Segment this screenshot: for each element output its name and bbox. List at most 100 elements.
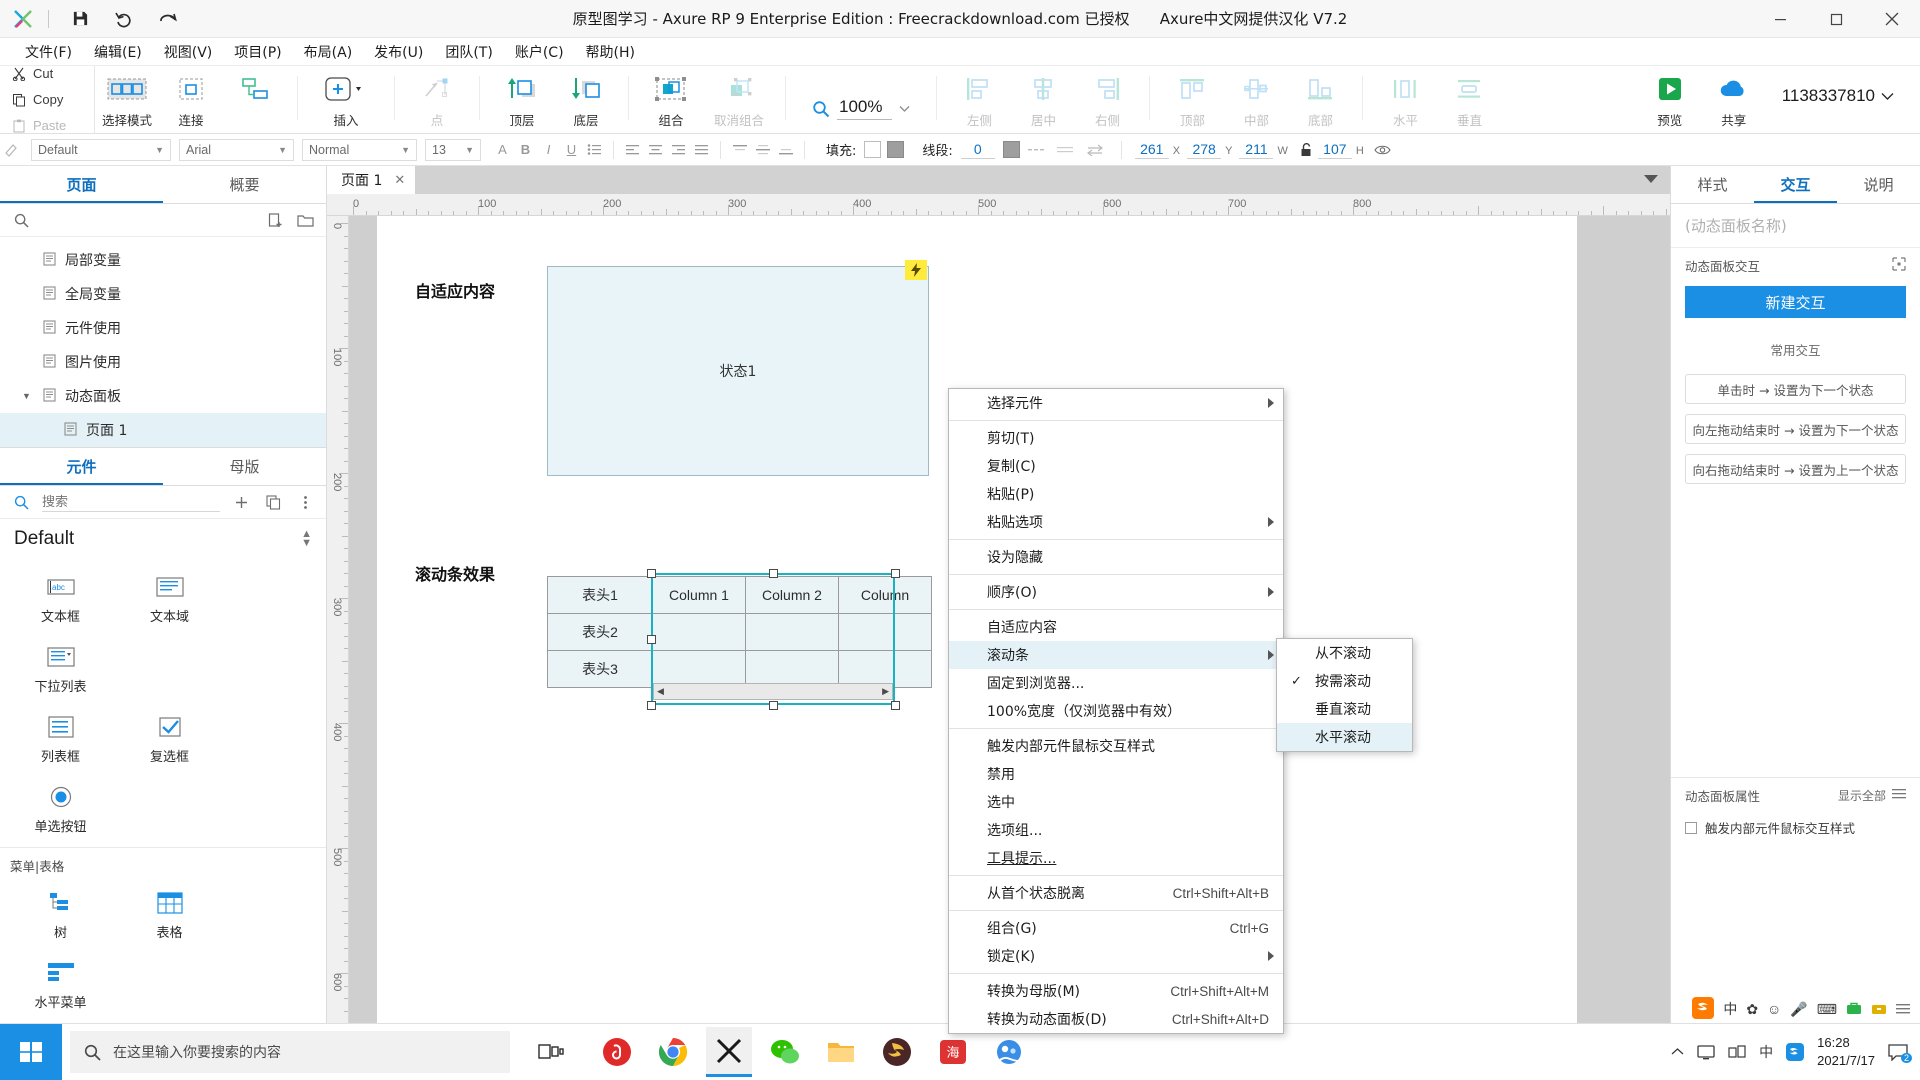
event-swipe-left-next-state[interactable]: 向左拖动结束时 → 设置为下一个状态: [1685, 414, 1906, 444]
h-value[interactable]: 107: [1317, 141, 1352, 159]
insert-button[interactable]: 插入: [308, 66, 384, 132]
table-cell[interactable]: [838, 613, 932, 651]
task-view-button[interactable]: [528, 1027, 574, 1077]
align-center-button[interactable]: 居中: [1011, 66, 1075, 132]
menu-icon[interactable]: [1892, 788, 1906, 803]
fill-color-swatch[interactable]: [887, 141, 905, 158]
taskbar-meeting[interactable]: [986, 1027, 1032, 1077]
ctx-scrollbar[interactable]: 滚动条: [949, 641, 1283, 669]
distribute-horizontal-button[interactable]: 水平: [1373, 66, 1437, 132]
library-search-input[interactable]: [42, 492, 220, 512]
plus-icon[interactable]: [230, 491, 252, 513]
maximize-button[interactable]: [1808, 0, 1864, 38]
text-align-left-icon[interactable]: [621, 139, 644, 161]
ctx-group[interactable]: 组合(G) Ctrl+G: [949, 914, 1283, 942]
align-bottom-button[interactable]: 底部: [1288, 66, 1352, 132]
search-icon[interactable]: [10, 209, 32, 231]
menu-view[interactable]: 视图(V): [153, 38, 224, 66]
resize-handle-nw[interactable]: [647, 569, 656, 578]
ctx-disable[interactable]: 禁用: [949, 760, 1283, 788]
tab-outline[interactable]: 概要: [163, 166, 326, 203]
text-align-right-icon[interactable]: [667, 139, 690, 161]
vertical-align-top-icon[interactable]: [728, 139, 751, 161]
underline-icon[interactable]: U: [560, 139, 583, 161]
smiley-icon[interactable]: ☺: [1767, 1001, 1781, 1017]
page-tab-page-1[interactable]: 页面 1 ✕: [327, 166, 416, 194]
search-icon[interactable]: [10, 491, 32, 513]
line-color-swatch[interactable]: [1002, 141, 1020, 158]
ctx-tooltip[interactable]: 工具提示...: [949, 844, 1283, 872]
table-cell[interactable]: [745, 650, 839, 688]
sogou-logo-icon[interactable]: [1692, 996, 1715, 1022]
taskbar-netease-music[interactable]: [594, 1027, 640, 1077]
x-value[interactable]: 261: [1134, 141, 1169, 159]
ctx-fit-to-content[interactable]: 自适应内容: [949, 613, 1283, 641]
add-page-icon[interactable]: [264, 209, 286, 231]
row-header-cell[interactable]: 表头2: [547, 613, 653, 651]
taskbar-chrome[interactable]: [650, 1027, 696, 1077]
monitor-icon[interactable]: [1697, 1044, 1715, 1060]
submenu-vertical-scroll[interactable]: 垂直滚动: [1277, 695, 1412, 723]
tab-notes[interactable]: 说明: [1837, 166, 1920, 203]
taskbar-thunder[interactable]: [874, 1027, 920, 1077]
tab-overflow-caret-icon[interactable]: [1644, 175, 1658, 183]
ctx-option-group[interactable]: 选项组...: [949, 816, 1283, 844]
column-header-cell[interactable]: Column: [838, 576, 932, 614]
ctx-lock[interactable]: 锁定(K): [949, 942, 1283, 970]
tab-style[interactable]: 样式: [1671, 166, 1754, 203]
ime-mode-chinese[interactable]: 中: [1723, 999, 1737, 1019]
ctx-trigger-inner-mouse-style[interactable]: 触发内部元件鼠标交互样式: [949, 732, 1283, 760]
align-right-button[interactable]: 右侧: [1075, 66, 1139, 132]
menu-team[interactable]: 团队(T): [434, 38, 503, 66]
zoom-value[interactable]: 100%: [837, 97, 893, 120]
line-style-icon[interactable]: [1026, 139, 1049, 161]
paste-button[interactable]: Paste: [12, 118, 94, 133]
taskbar-file-explorer[interactable]: [818, 1027, 864, 1077]
ctx-order[interactable]: 顺序(O): [949, 578, 1283, 606]
ungroup-button[interactable]: 取消组合: [703, 66, 775, 132]
toolbox-icon[interactable]: [1846, 1001, 1862, 1018]
bold-icon[interactable]: B: [514, 139, 537, 161]
point-button[interactable]: 点: [405, 66, 469, 132]
widget-table[interactable]: 表格: [115, 879, 224, 949]
resize-handle-ne[interactable]: [891, 569, 900, 578]
select-mode-button[interactable]: 选择模式: [95, 66, 159, 132]
new-interaction-button[interactable]: 新建交互: [1685, 286, 1906, 318]
widget-checkbox[interactable]: 复选框: [115, 703, 224, 773]
submenu-never-scroll[interactable]: 从不滚动: [1277, 639, 1412, 667]
event-swipe-right-prev-state[interactable]: 向右拖动结束时 → 设置为上一个状态: [1685, 454, 1906, 484]
tree-item-widget-usage[interactable]: 元件使用: [0, 311, 326, 345]
trigger-inner-mouse-style-row[interactable]: 触发内部元件鼠标交互样式: [1671, 812, 1920, 843]
undo-icon[interactable]: [113, 8, 135, 30]
chevron-down-icon[interactable]: [899, 105, 910, 113]
table-cell[interactable]: [652, 650, 746, 688]
table-element[interactable]: 表头1 Column 1 Column 2 Column 表头2 表头3: [547, 576, 932, 688]
font-family-dropdown[interactable]: Arial ▼: [179, 138, 294, 161]
align-left-button[interactable]: 左侧: [947, 66, 1011, 132]
tree-item-local-variable[interactable]: 局部变量: [0, 243, 326, 277]
add-folder-icon[interactable]: [294, 209, 316, 231]
mic-icon[interactable]: 🎤: [1790, 1001, 1807, 1018]
interaction-badge-icon[interactable]: [905, 260, 927, 280]
redo-icon[interactable]: [157, 8, 179, 30]
vertical-align-bottom-icon[interactable]: [774, 139, 797, 161]
ctx-cut[interactable]: 剪切(T): [949, 424, 1283, 452]
widget-radio[interactable]: 单选按钮: [6, 773, 115, 843]
style-dropdown[interactable]: Default ▼: [31, 138, 171, 161]
library-section-menus-tables[interactable]: 菜单|表格: [0, 847, 326, 879]
ctx-paste[interactable]: 粘贴(P): [949, 480, 1283, 508]
ctx-convert-to-master[interactable]: 转换为母版(M) Ctrl+Shift+Alt+M: [949, 977, 1283, 1005]
taskbar-youdao[interactable]: 海: [930, 1027, 976, 1077]
lock-open-icon[interactable]: [1295, 139, 1318, 161]
font-weight-dropdown[interactable]: Normal ▼: [302, 138, 417, 161]
column-header-cell[interactable]: Column 1: [652, 576, 746, 614]
ctx-select[interactable]: 选中: [949, 788, 1283, 816]
line-arrow-icon[interactable]: [1084, 139, 1107, 161]
close-button[interactable]: [1864, 0, 1920, 38]
notification-icon[interactable]: 2: [1888, 1043, 1912, 1063]
menu-project[interactable]: 项目(P): [223, 38, 292, 66]
dynamic-panel-widget[interactable]: 状态1: [547, 266, 929, 476]
tab-pages[interactable]: 页面: [0, 166, 163, 203]
fill-swatch[interactable]: [864, 141, 882, 158]
menu-publish[interactable]: 发布(U): [363, 38, 434, 66]
